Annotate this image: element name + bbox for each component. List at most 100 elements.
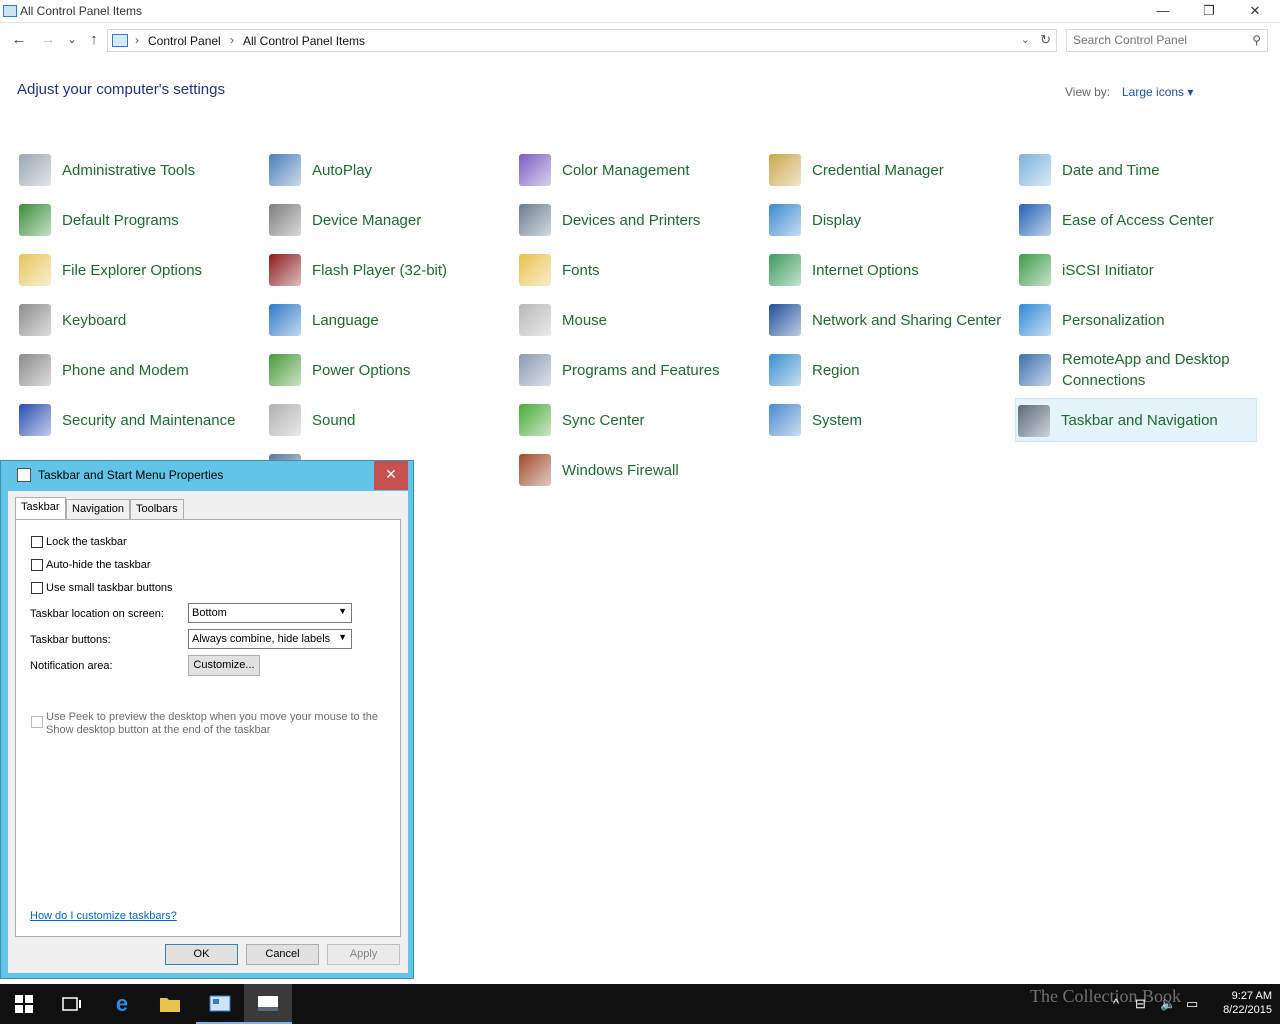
item-autoplay[interactable]: AutoPlay [267,148,509,192]
item-power-options[interactable]: Power Options [267,348,509,392]
item-label: Personalization [1062,311,1165,329]
taskbar-buttons-label: Taskbar buttons: [30,634,111,646]
lock-taskbar-label[interactable]: Lock the taskbar [46,536,127,548]
search-box[interactable]: ⚲ [1066,29,1268,52]
network-icon[interactable]: ⊟ [1135,996,1146,1012]
item-label: Mouse [562,311,608,329]
item-administrative-tools[interactable]: Administrative Tools [17,148,259,192]
sync-center-icon [519,404,551,436]
file-explorer-button[interactable] [146,984,194,1024]
item-network-and-sharing-center[interactable]: Network and Sharing Center [767,298,1009,342]
item-label: System [812,411,863,429]
view-by-select[interactable]: Large icons ▾ [1122,85,1193,99]
item-internet-options[interactable]: Internet Options [767,248,1009,292]
item-fonts[interactable]: Fonts [517,248,759,292]
item-taskbar-and-navigation[interactable]: Taskbar and Navigation [1015,398,1257,442]
flash-player-icon [269,254,301,286]
forward-button[interactable]: → [38,30,58,50]
item-system[interactable]: System [767,398,1009,442]
lock-taskbar-checkbox[interactable] [31,536,43,548]
small-buttons-label[interactable]: Use small taskbar buttons [46,582,173,594]
fonts-icon [519,254,551,286]
ok-button[interactable]: OK [165,944,238,965]
chevron-down-icon[interactable]: ⌄ [1021,33,1030,46]
taskbar-buttons-select[interactable]: Always combine, hide labels ▼ [188,629,352,649]
item-keyboard[interactable]: Keyboard [17,298,259,342]
item-credential-manager[interactable]: Credential Manager [767,148,1009,192]
item-programs-and-features[interactable]: Programs and Features [517,348,759,392]
item-label: Power Options [312,361,411,379]
show-hidden-icons[interactable]: ^ [1113,996,1119,1011]
item-label: Administrative Tools [62,161,196,179]
programs-features-icon [519,354,551,386]
item-region[interactable]: Region [767,348,1009,392]
autohide-checkbox[interactable] [31,559,43,571]
item-color-management[interactable]: Color Management [517,148,759,192]
item-device-manager[interactable]: Device Manager [267,198,509,242]
item-sound[interactable]: Sound [267,398,509,442]
item-flash-player-32-bit-[interactable]: Flash Player (32-bit) [267,248,509,292]
peek-checkbox[interactable] [31,716,43,728]
task-view-button[interactable] [48,984,96,1024]
volume-icon[interactable]: 🔈 [1160,996,1176,1012]
item-file-explorer-options[interactable]: File Explorer Options [17,248,259,292]
breadcrumb-separator[interactable]: › [230,33,234,47]
item-date-and-time[interactable]: Date and Time [1017,148,1259,192]
breadcrumb-control-panel[interactable]: Control Panel [148,34,221,48]
close-button[interactable]: ✕ [1232,0,1278,22]
minimize-button[interactable]: — [1140,0,1186,22]
item-label: Date and Time [1062,161,1160,179]
action-center-icon[interactable]: ▭ [1186,996,1198,1012]
item-sync-center[interactable]: Sync Center [517,398,759,442]
item-label: File Explorer Options [62,261,203,279]
tab-toolbars[interactable]: Toolbars [130,499,184,520]
control-panel-taskbar-button[interactable] [196,984,244,1024]
help-link[interactable]: How do I customize taskbars? [30,910,177,922]
autohide-label[interactable]: Auto-hide the taskbar [46,559,151,571]
dialog-close-button[interactable]: ✕ [374,461,408,490]
up-button[interactable]: ↑ [84,30,104,50]
address-bar[interactable]: › Control Panel › All Control Panel Item… [107,29,1057,52]
item-phone-and-modem[interactable]: Phone and Modem [17,348,259,392]
chevron-down-icon: ▼ [338,632,347,642]
cancel-button[interactable]: Cancel [246,944,319,965]
restore-button[interactable]: ❐ [1186,0,1232,22]
breadcrumb-separator[interactable]: › [135,33,139,47]
item-label: Security and Maintenance [62,411,236,429]
window-title: All Control Panel Items [20,4,143,18]
small-buttons-checkbox[interactable] [31,582,43,594]
apply-button[interactable]: Apply [327,944,400,965]
search-input[interactable] [1073,33,1243,47]
notification-area-label: Notification area: [30,660,113,672]
tab-taskbar[interactable]: Taskbar [15,497,66,520]
item-windows-firewall[interactable]: Windows Firewall [517,448,759,492]
edge-browser-icon[interactable]: e [98,984,146,1024]
back-button[interactable]: ← [9,30,29,50]
item-ease-of-access-center[interactable]: Ease of Access Center [1017,198,1259,242]
item-label: Color Management [562,161,690,179]
item-iscsi-initiator[interactable]: iSCSI Initiator [1017,248,1259,292]
item-default-programs[interactable]: Default Programs [17,198,259,242]
recent-locations-button[interactable]: ⌄ [62,30,82,50]
customize-button[interactable]: Customize... [188,655,260,676]
start-button[interactable] [0,984,48,1024]
windows-logo-icon [15,995,33,1013]
taskbar-properties-icon [17,468,31,482]
taskbar-properties-taskbar-button[interactable] [244,984,292,1024]
taskbar-location-select[interactable]: Bottom ▼ [188,603,352,623]
item-label: Region [812,361,860,379]
item-display[interactable]: Display [767,198,1009,242]
taskbar: e The Collection Book ^ ⊟ 🔈 ▭ 9:27 AM 8/… [0,984,1280,1024]
item-remoteapp-and-desktop-connections[interactable]: RemoteApp and Desktop Connections [1017,348,1259,392]
search-icon[interactable]: ⚲ [1252,33,1261,47]
item-personalization[interactable]: Personalization [1017,298,1259,342]
breadcrumb-all-items[interactable]: All Control Panel Items [243,34,365,48]
item-language[interactable]: Language [267,298,509,342]
refresh-icon[interactable]: ↻ [1040,32,1051,48]
tab-navigation[interactable]: Navigation [66,499,130,520]
taskbar-location-label: Taskbar location on screen: [30,608,164,620]
item-security-and-maintenance[interactable]: Security and Maintenance [17,398,259,442]
item-mouse[interactable]: Mouse [517,298,759,342]
item-devices-and-printers[interactable]: Devices and Printers [517,198,759,242]
clock[interactable]: 9:27 AM 8/22/2015 [1212,989,1272,1017]
